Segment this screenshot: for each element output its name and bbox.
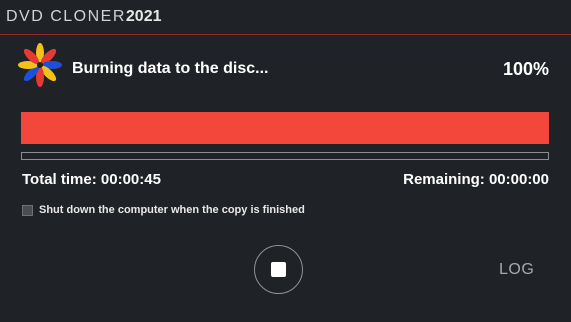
app-logo-icon <box>18 43 62 87</box>
progress-percent: 100% <box>502 59 549 79</box>
remaining-time: Remaining: 00:00:00 <box>403 171 549 188</box>
status-message: Burning data to the disc... <box>72 60 269 77</box>
app-title-year: 2021 <box>125 8 162 25</box>
main-progress-fill <box>21 112 549 144</box>
stop-button[interactable] <box>254 245 303 294</box>
main-progress-bar <box>21 112 549 144</box>
shutdown-option[interactable]: Shut down the computer when the copy is … <box>22 204 305 216</box>
stop-icon <box>271 262 286 277</box>
title-bar: DVD CLONER2021 <box>0 0 571 35</box>
shutdown-checkbox[interactable] <box>22 204 33 216</box>
log-button[interactable]: LOG <box>499 261 534 279</box>
shutdown-checkbox-label[interactable]: Shut down the computer when the copy is … <box>39 204 305 216</box>
total-time: Total time: 00:00:45 <box>22 171 161 188</box>
app-title: DVD CLONER2021 <box>6 8 162 26</box>
secondary-progress-bar <box>21 152 549 160</box>
app-title-main: DVD CLONER <box>6 8 126 25</box>
